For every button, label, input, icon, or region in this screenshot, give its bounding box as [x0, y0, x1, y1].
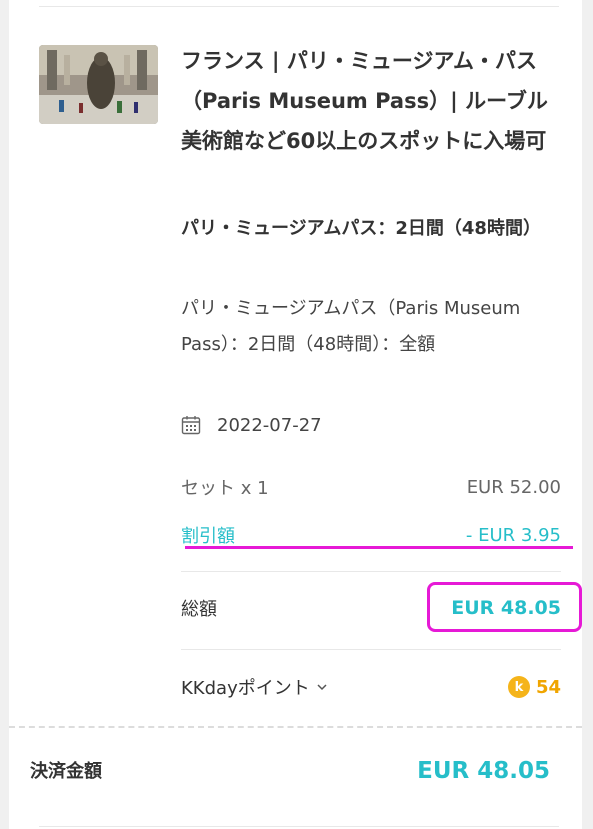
discount-highlight-underline [185, 546, 573, 549]
product-thumbnail [39, 45, 158, 124]
payment-amount-label: 決済金額 [30, 761, 102, 782]
kkday-coin-icon: k [507, 676, 530, 698]
order-summary-card: フランス | パリ・ミュージアム・パス（Paris Museum Pass）| … [9, 0, 582, 829]
sets-value: EUR 52.00 [466, 476, 561, 498]
total-highlight-box [427, 582, 582, 632]
calendar-icon [181, 416, 201, 435]
bottom-divider [39, 826, 559, 827]
points-label: KKdayポイント [181, 678, 310, 699]
discount-value: - EUR 3.95 [465, 524, 561, 546]
points-row[interactable]: KKdayポイント k 54 [181, 671, 561, 703]
package-name: パリ・ミュージアムパス：2日間（48時間） [181, 218, 541, 239]
points-toggle[interactable]: KKdayポイント [181, 674, 328, 700]
package-description: パリ・ミュージアムパス（Paris Museum Pass）：2日間（48時間）… [181, 298, 521, 355]
chevron-down-icon[interactable] [316, 681, 328, 693]
travel-date: 2022-07-27 [181, 410, 322, 440]
total-label: 総額 [181, 599, 217, 620]
points-balance: k 54 [507, 676, 561, 698]
product-title[interactable]: フランス | パリ・ミュージアム・パス（Paris Museum Pass）| … [181, 41, 561, 161]
payment-amount-value: EUR 48.05 [417, 758, 550, 784]
sets-label: セット x 1 [181, 478, 269, 499]
points-value: 54 [535, 676, 561, 698]
divider [181, 649, 561, 650]
travel-date-text: 2022-07-27 [217, 414, 322, 436]
discount-label: 割引額 [181, 526, 235, 547]
top-divider [39, 6, 559, 7]
divider [181, 571, 561, 572]
dashed-separator [9, 726, 582, 728]
sets-row: セット x 1 EUR 52.00 [181, 472, 561, 502]
